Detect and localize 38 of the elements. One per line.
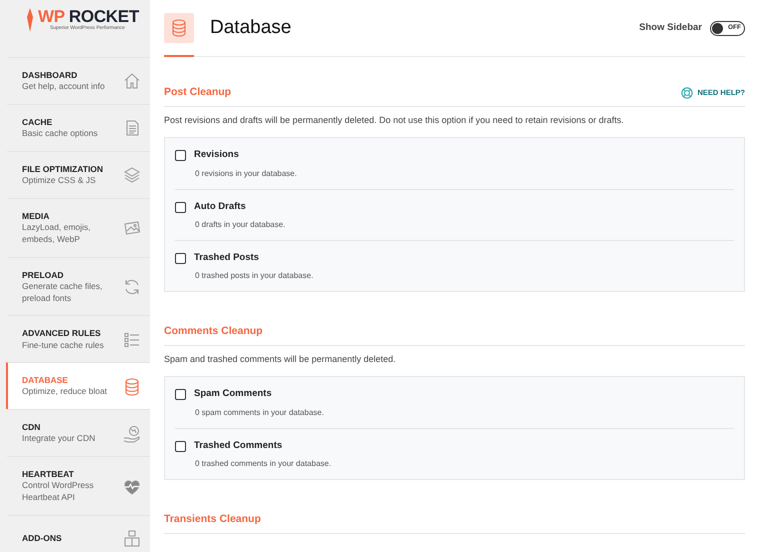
lifebuoy-icon — [681, 86, 694, 99]
sidebar-nav-item[interactable]: DASHBOARD Get help, account info — [6, 57, 150, 104]
checkbox[interactable] — [175, 202, 186, 213]
section-title: Comments Cleanup — [164, 324, 263, 339]
sidebar-nav-item[interactable]: PRELOAD Generate cache files, preload fonts — [6, 256, 150, 316]
option-label: Spam Comments — [194, 387, 272, 402]
sidebar-nav-item[interactable]: CDN Integrate your CDN — [6, 409, 150, 456]
globe-hand-icon — [122, 424, 142, 444]
checkbox[interactable] — [175, 440, 186, 452]
option-label: Trashed Posts — [194, 250, 259, 265]
section-title: Post Cleanup — [164, 85, 232, 100]
house-icon — [122, 71, 142, 92]
sidebar-nav-item[interactable]: FILE OPTIMIZATION Optimize CSS & JS — [6, 150, 150, 198]
sidebar-nav-item[interactable]: DATABASE Optimize, reduce bloat — [6, 362, 150, 410]
toggle-label: Show Sidebar — [639, 20, 702, 35]
option-label: Trashed Comments — [194, 438, 282, 452]
checkbox[interactable] — [175, 252, 186, 264]
boxes-icon — [122, 528, 142, 548]
sidebar-nav-item[interactable]: CACHE Basic cache options — [6, 104, 150, 151]
option-label: Revisions — [194, 148, 239, 162]
logo-wordmark: WP ROCKET — [38, 8, 139, 25]
option-detail: 0 trashed comments in your database. — [195, 458, 332, 470]
section-title: Transients Cleanup — [164, 512, 261, 527]
option-detail: 0 drafts in your database. — [195, 218, 286, 231]
section-description: Spam and trashed comments will be permanently deleted. — [164, 352, 397, 366]
option-detail: 0 spam comments in your database. — [195, 406, 325, 418]
option-label: Auto Drafts — [194, 200, 246, 214]
layers-icon — [122, 165, 142, 186]
checkbox[interactable] — [175, 150, 186, 162]
option-detail: 0 trashed posts in your database. — [195, 270, 314, 282]
checkbox[interactable] — [175, 389, 186, 400]
section-description: Post revisions and drafts will be permanently deleted. Do not use this option if you need to retain revisions or drafts. — [164, 114, 625, 127]
sidebar-nav-item[interactable]: ADD-ONS — [6, 515, 150, 552]
sidebar-nav-item[interactable]: MEDIA LazyLoad, emojis, embeds, WebP — [6, 198, 150, 257]
rocket-flame-icon — [26, 8, 34, 32]
option-detail: 0 revisions in your database. — [195, 168, 298, 180]
sidebar-nav-item[interactable]: HEARTBEAT Control WordPress Heartbeat API — [6, 456, 150, 516]
page-title: Database — [210, 16, 292, 40]
